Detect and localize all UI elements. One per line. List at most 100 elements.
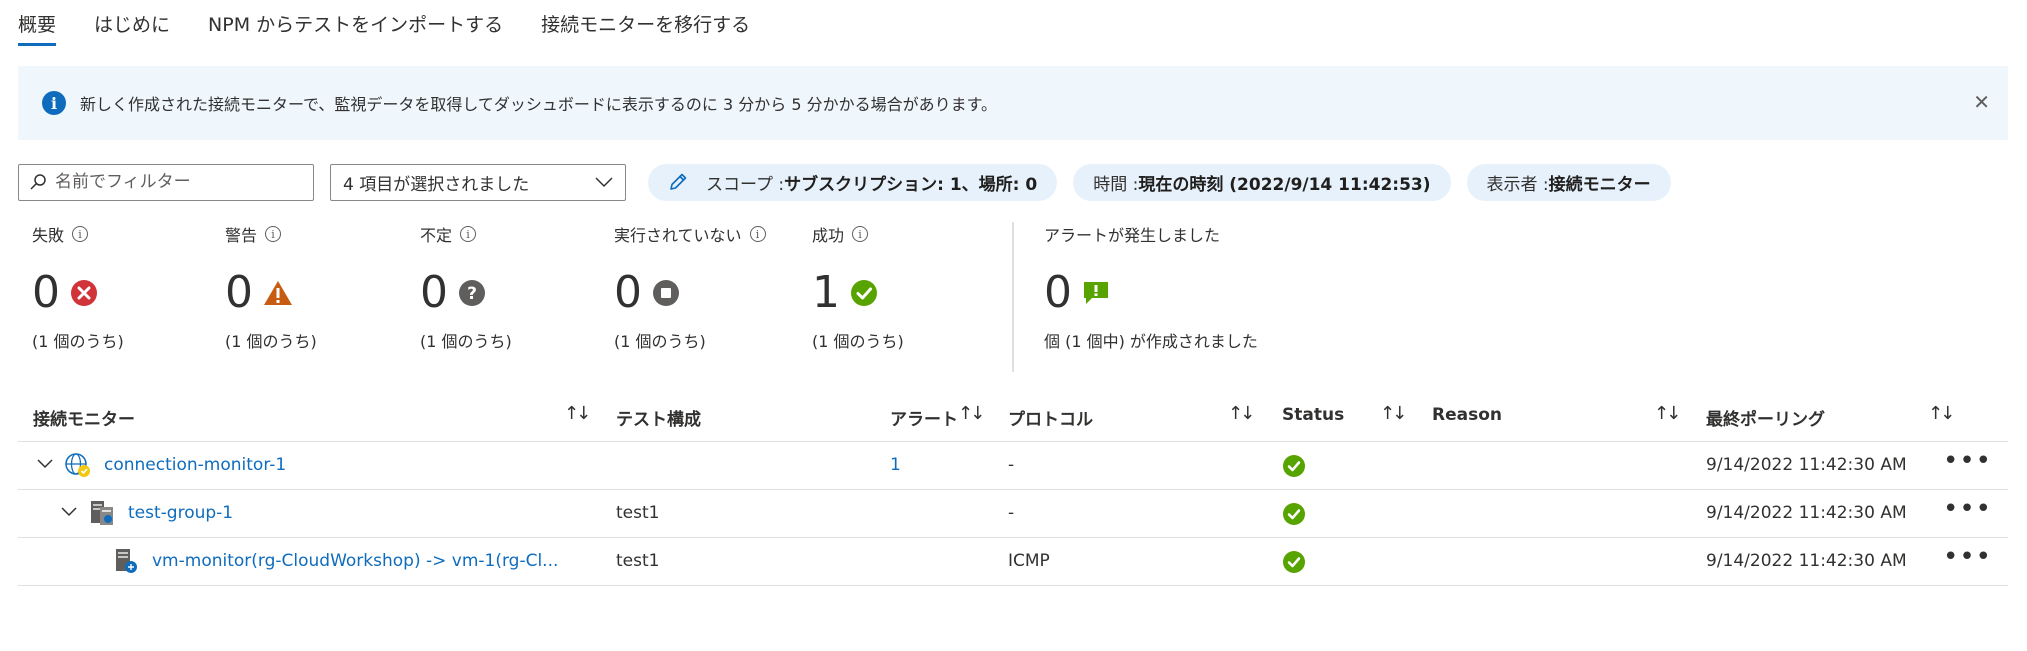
search-box[interactable]: [18, 163, 314, 201]
info-icon[interactable]: i: [852, 226, 869, 242]
stat-count: 0: [614, 267, 642, 318]
stat-sub: (1 個のうち): [225, 332, 317, 351]
scope-value: サブスクリプション: 1、場所: 0: [784, 174, 1038, 195]
info-icon[interactable]: i: [460, 226, 477, 242]
time-pill[interactable]: 時間 : 現在の時刻 (2022/9/14 11:42:53): [1073, 163, 1451, 201]
sort-icon[interactable]: ↑↓: [1380, 403, 1407, 424]
scope-pill[interactable]: スコープ : サブスクリプション: 1、場所: 0: [648, 163, 1058, 201]
last-polled-cell: 9/14/2022 11:42:30 AM: [1706, 551, 1907, 571]
last-polled-cell: 9/14/2022 11:42:30 AM: [1706, 503, 1907, 523]
stat-indeterminate[interactable]: 不定 i 0 ? (1 個のうち): [420, 222, 512, 352]
test-name-link[interactable]: vm-monitor(rg-CloudWorkshop) -> vm-1(rg-…: [152, 551, 558, 571]
stat-count: 0: [1044, 267, 1072, 318]
stat-title: 実行されていない: [614, 226, 742, 245]
status-select-value: 4 項目が選択されました: [343, 174, 530, 195]
stat-sub: (1 個のうち): [420, 332, 512, 351]
monitor-table: 接続モニター ↑↓ テスト構成 アラート ↑↓ プロトコル ↑↓ Status …: [18, 390, 2008, 586]
banner-message: 新しく作成された接続モニターで、監視データを取得してダッシュボードに表示するのに…: [80, 95, 998, 114]
col-header-test-config[interactable]: テスト構成: [616, 405, 701, 430]
svg-text:?: ?: [467, 284, 477, 304]
stat-count: 1: [812, 267, 840, 318]
chevron-down-icon[interactable]: [36, 452, 54, 476]
protocol-cell: -: [1008, 503, 1015, 523]
table-row[interactable]: vm-monitor(rg-CloudWorkshop) -> vm-1(rg-…: [18, 538, 2008, 586]
status-success-icon: [1283, 551, 1305, 573]
test-config-cell: test1: [616, 503, 660, 523]
col-header-alerts[interactable]: アラート: [890, 405, 958, 430]
monitor-name-link[interactable]: connection-monitor-1: [104, 455, 286, 475]
sort-icon[interactable]: ↑↓: [1654, 403, 1681, 424]
search-input[interactable]: [55, 172, 295, 192]
test-group-name-link[interactable]: test-group-1: [128, 503, 233, 523]
more-actions-button[interactable]: •••: [1943, 542, 1992, 572]
table-row[interactable]: test-group-1 test1 - 9/14/2022 11:42:30 …: [18, 490, 2008, 538]
error-icon: [71, 280, 97, 306]
stat-success[interactable]: 成功 i 1 (1 個のうち): [812, 222, 904, 352]
last-polled-cell: 9/14/2022 11:42:30 AM: [1706, 455, 1907, 475]
stat-failed[interactable]: 失敗 i 0 (1 個のうち): [32, 222, 124, 352]
info-icon[interactable]: i: [72, 226, 89, 242]
protocol-cell: ICMP: [1008, 551, 1050, 571]
stat-not-running[interactable]: 実行されていない i 0 (1 個のうち): [614, 222, 766, 352]
tab-overview[interactable]: 概要: [18, 0, 57, 46]
viewer-pill[interactable]: 表示者 : 接続モニター: [1466, 163, 1671, 201]
tab-bar: 概要 はじめに NPM からテストをインポートする 接続モニターを移行する: [18, 0, 788, 48]
status-success-icon: [1283, 455, 1305, 477]
close-icon[interactable]: ✕: [1973, 88, 1990, 116]
stat-warning[interactable]: 警告 i 0 (1 個のうち): [225, 222, 317, 352]
stat-count: 0: [32, 267, 60, 318]
stat-count: 0: [420, 267, 448, 318]
success-icon: [851, 280, 877, 306]
stat-title: 不定: [420, 226, 453, 245]
table-row[interactable]: connection-monitor-1 1 - 9/14/2022 11:42…: [18, 442, 2008, 490]
info-icon: i: [42, 91, 66, 115]
more-actions-button[interactable]: •••: [1943, 446, 1992, 476]
chevron-down-icon: [595, 177, 613, 188]
stat-sub: (1 個のうち): [614, 332, 706, 351]
question-icon: ?: [459, 280, 485, 306]
stat-sub: (1 個のうち): [32, 332, 124, 351]
scope-label: スコープ :: [706, 174, 785, 195]
sort-icon[interactable]: ↑↓: [958, 403, 985, 424]
connection-monitor-icon: [65, 453, 90, 477]
info-icon[interactable]: i: [265, 226, 282, 242]
sort-icon[interactable]: ↑↓: [1228, 403, 1255, 424]
stat-count: 0: [225, 267, 253, 318]
sort-icon[interactable]: ↑↓: [564, 403, 591, 424]
stat-sub: 個 (1 個中) が作成されました: [1044, 332, 1258, 351]
stop-icon: [653, 280, 679, 306]
status-success-icon: [1283, 503, 1305, 525]
tab-migrate-connection-monitor[interactable]: 接続モニターを移行する: [541, 0, 750, 46]
sort-icon[interactable]: ↑↓: [1928, 403, 1955, 424]
col-header-monitor[interactable]: 接続モニター: [33, 405, 135, 430]
filter-bar: 4 項目が選択されました スコープ : サブスクリプション: 1、場所: 0 時…: [18, 163, 1671, 201]
stat-title: 失敗: [32, 226, 65, 245]
tab-getting-started[interactable]: はじめに: [94, 0, 170, 46]
summary-divider: [1012, 222, 1014, 372]
stat-title: 成功: [812, 226, 845, 245]
stat-sub: (1 個のうち): [812, 332, 904, 351]
test-group-icon: [91, 501, 113, 525]
test-icon: [116, 549, 137, 573]
protocol-cell: -: [1008, 455, 1015, 475]
info-icon[interactable]: i: [749, 226, 766, 242]
stat-title: 警告: [225, 226, 258, 245]
alerts-count-link[interactable]: 1: [890, 455, 901, 475]
time-value: 現在の時刻 (2022/9/14 11:42:53): [1138, 174, 1431, 195]
viewer-value: 接続モニター: [1548, 174, 1651, 195]
chevron-down-icon[interactable]: [60, 500, 78, 524]
col-header-last-polled[interactable]: 最終ポーリング: [1706, 405, 1825, 430]
viewer-label: 表示者 :: [1486, 174, 1549, 195]
tab-import-from-npm[interactable]: NPM からテストをインポートする: [208, 0, 503, 46]
stat-alerts[interactable]: アラートが発生しました 0 個 (1 個中) が作成されました: [1044, 222, 1258, 352]
warning-icon: [264, 281, 292, 305]
col-header-status[interactable]: Status: [1282, 405, 1344, 425]
time-label: 時間 :: [1093, 174, 1139, 195]
more-actions-button[interactable]: •••: [1943, 494, 1992, 524]
col-header-reason[interactable]: Reason: [1432, 405, 1502, 425]
stat-title: アラートが発生しました: [1044, 226, 1221, 245]
pencil-icon: [670, 173, 687, 190]
info-banner: i 新しく作成された接続モニターで、監視データを取得してダッシュボードに表示する…: [18, 66, 2008, 140]
status-select[interactable]: 4 項目が選択されました: [330, 163, 626, 201]
col-header-protocol[interactable]: プロトコル: [1008, 405, 1093, 430]
